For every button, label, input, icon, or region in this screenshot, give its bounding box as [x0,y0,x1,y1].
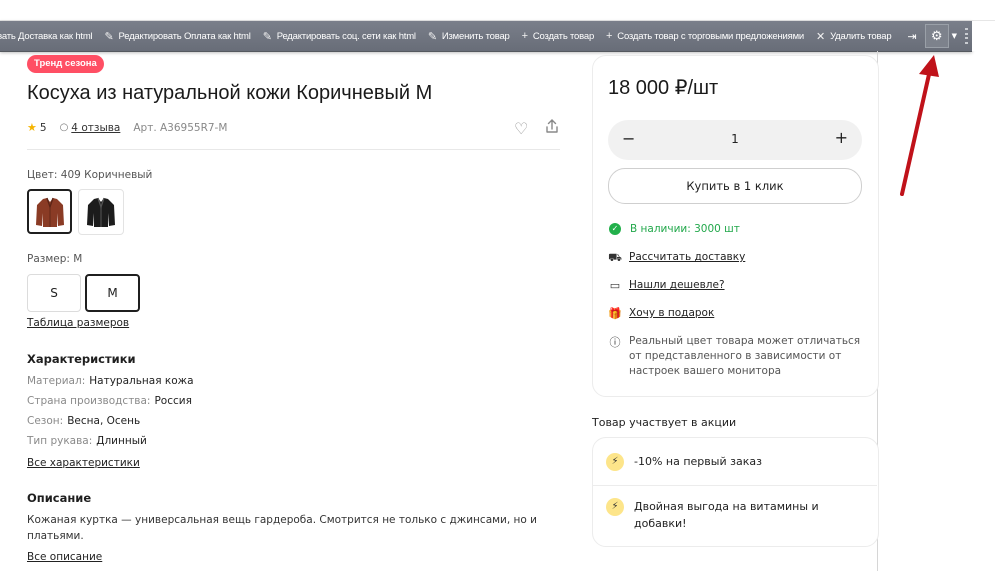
char-row-material: Материал: Натуральная кожа [27,375,194,387]
all-characteristics-link[interactable]: Все характеристики [27,457,140,469]
browser-top-strip [0,0,995,21]
pin-icon[interactable]: ⇥ [897,30,920,43]
char-row-sleeve: Тип рукава: Длинный [27,435,147,447]
cheaper-row[interactable]: ▭ Нашли дешевле? [608,279,725,292]
promo-heading: Товар участвует в акции [592,416,737,429]
annotation-arrow [900,55,939,196]
trend-badge: Тренд сезона [27,55,104,73]
toolbar-edit-product[interactable]: ✎ Изменить товар [422,21,516,51]
comment-icon: ○ [59,122,69,133]
description-heading: Описание [27,491,92,505]
size-option-s[interactable]: S [27,274,81,312]
article-number: Арт. А36955R7-M [133,121,228,134]
quantity-value[interactable]: 1 [608,132,862,146]
increase-button[interactable]: + [835,128,848,147]
jacket-black-image [87,197,115,227]
heart-icon[interactable]: ♡ [514,119,528,138]
close-icon: ✕ [816,30,826,43]
reviews-link[interactable]: ○ 4 отзыва [60,122,121,134]
toolbar-create-product-offers[interactable]: + Создать товар с торговыми предложениями [600,21,810,51]
buy-one-click-button[interactable]: Купить в 1 клик [608,168,862,204]
info-icon: ⓘ [609,336,621,349]
in-stock-status: ✓ В наличии: 3000 шт [608,223,740,235]
lightning-icon: ⚡ [606,498,624,516]
gift-row[interactable]: 🎁 Хочу в подарок [608,307,714,320]
divider [27,149,560,150]
jacket-brown-image [35,197,64,227]
pencil-icon: ✎ [427,30,437,43]
size-label: Размер: M [27,253,83,265]
color-label: Цвет: 409 Коричневый [27,169,153,181]
truck-icon: ⛟ [608,251,622,264]
size-table-link[interactable]: Таблица размеров [27,317,129,329]
star-icon: ★ [27,121,37,134]
toolbar-end-space [972,21,995,51]
lightning-icon: ⚡ [606,453,624,471]
pencil-icon: ✎ [262,30,272,43]
color-swatch-black[interactable] [78,189,124,235]
rating-value: 5 [39,121,47,134]
all-description-link[interactable]: Все описание [27,551,102,563]
gear-icon[interactable]: ⚙ [924,24,949,48]
characteristics-heading: Характеристики [27,352,136,366]
toolbar-create-product[interactable]: + Создать товар [516,21,600,51]
pencil-icon: ✎ [104,30,114,43]
wallet-icon: ▭ [609,279,621,292]
char-row-season: Сезон: Весна, Осень [27,415,141,427]
toolbar-edit-social[interactable]: ✎ Редактировать соц. сети как html [257,21,422,51]
promo-divider [593,485,877,486]
check-icon: ✓ [609,223,621,235]
product-meta: ★ 5 ○ 4 отзыва Арт. А36955R7-M [27,121,227,134]
char-row-country: Страна производства: Россия [27,395,192,407]
toolbar-edit-delivery[interactable]: овать Доставка как html [0,21,98,51]
promo-item-first-order[interactable]: ⚡ -10% на первый заказ [606,453,762,471]
toolbar-delete-product[interactable]: ✕ Удалить товар [810,21,897,51]
promo-item-vitamins[interactable]: ⚡ Двойная выгода на витамины и добавки! [606,498,836,532]
size-option-m[interactable]: M [85,274,140,312]
plus-icon: + [521,30,528,42]
description-text: Кожаная куртка — универсальная вещь гард… [27,514,537,542]
plus-icon: + [606,30,613,42]
quantity-stepper: − 1 + [608,120,862,160]
toolbar-edit-payment[interactable]: ✎ Редактировать Оплата как html [98,21,256,51]
color-note: ⓘ Реальный цвет товара может отличаться … [609,335,861,377]
chevron-down-icon[interactable]: ▼ [952,32,957,40]
drag-handle-icon[interactable] [965,28,971,44]
admin-toolbar: овать Доставка как html ✎ Редактировать О… [0,21,972,52]
product-title: Косуха из натуральной кожи Коричневый M [27,82,433,104]
gift-icon: 🎁 [608,307,622,320]
delivery-row[interactable]: ⛟ Рассчитать доставку [608,251,745,266]
price: 18 000 ₽/шт [608,77,719,99]
color-swatch-brown[interactable] [27,189,72,234]
share-icon[interactable] [544,118,560,134]
